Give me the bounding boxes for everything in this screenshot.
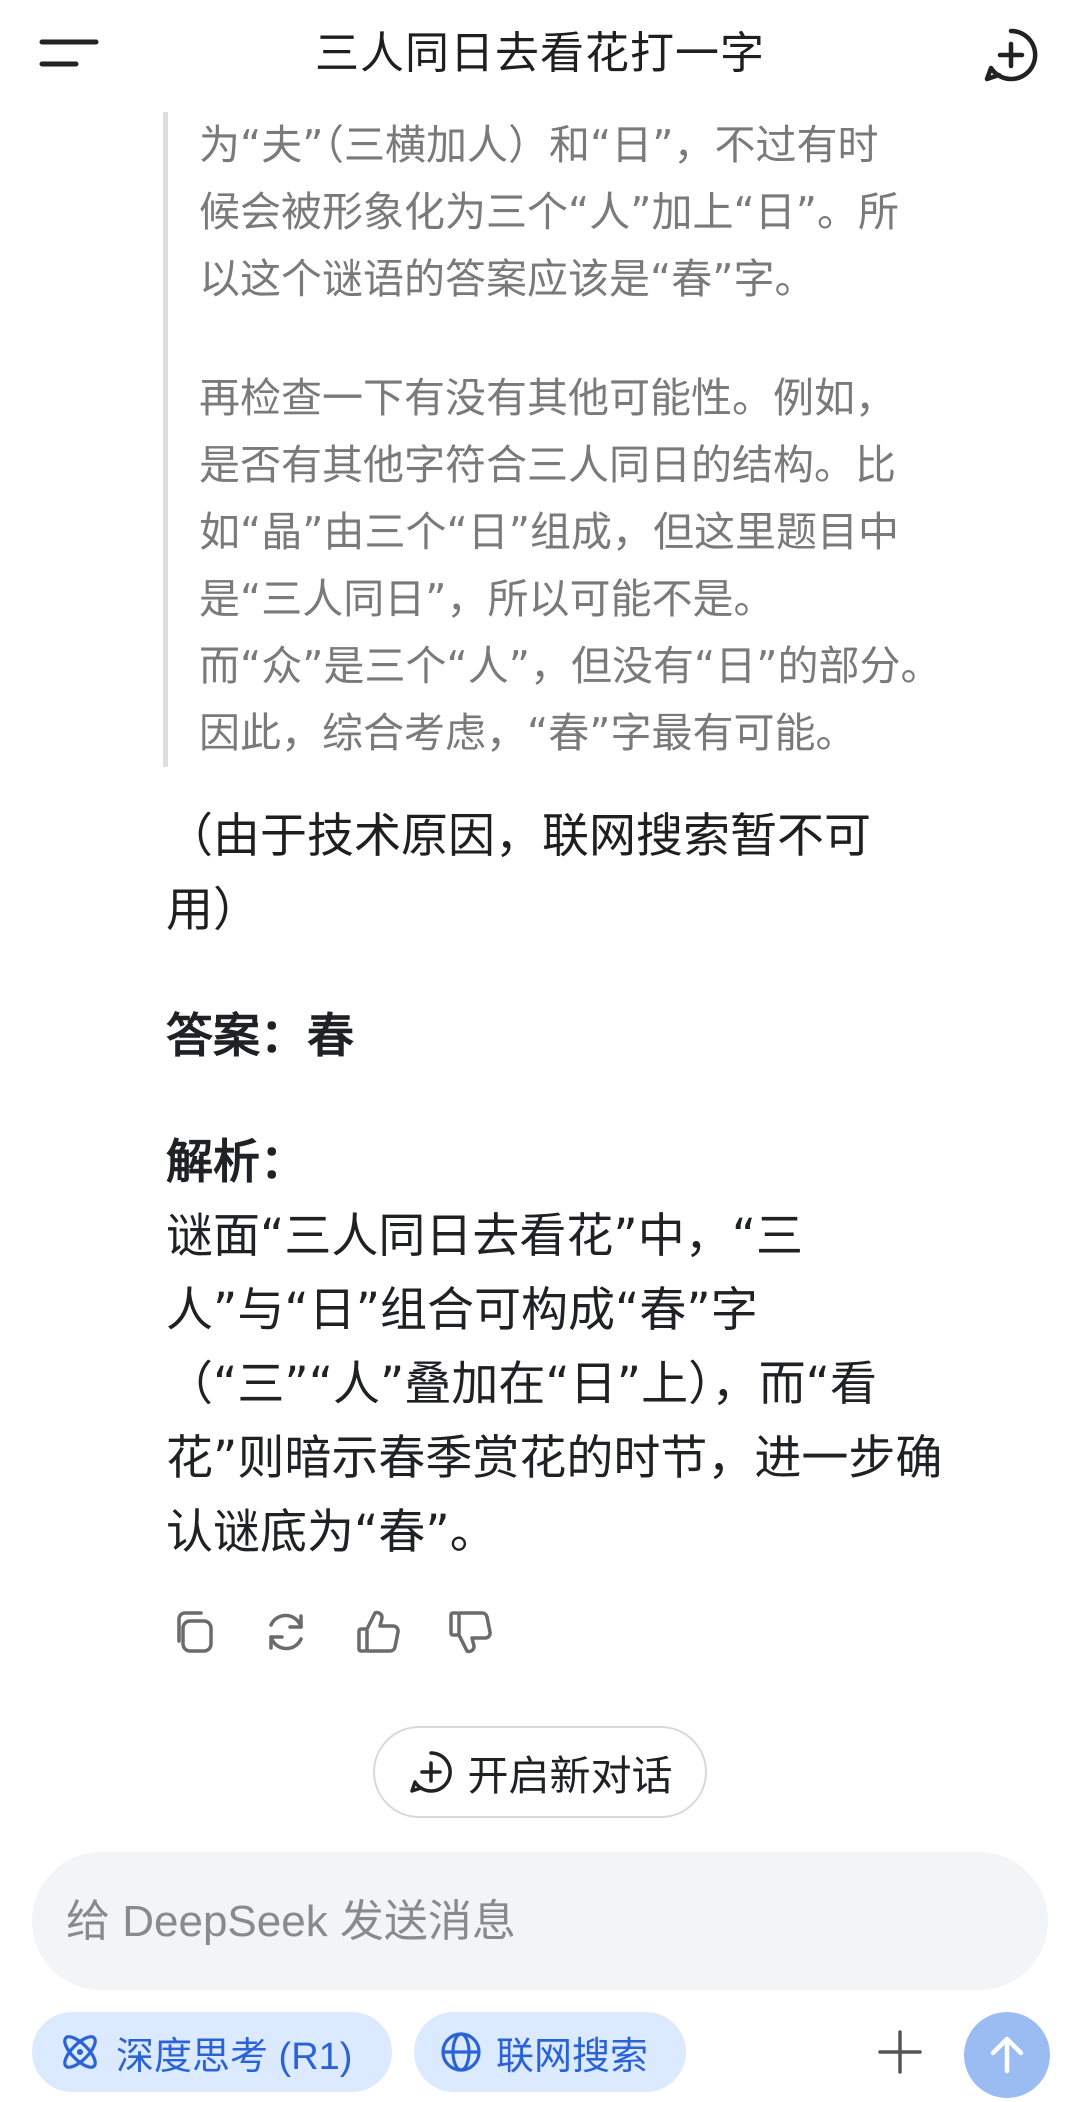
plus-icon [878, 2030, 922, 2074]
new-conversation-label: 开启新对话 [467, 1752, 673, 1800]
thumbs-down-button[interactable] [442, 1604, 498, 1660]
deep-think-toggle[interactable]: 深度思考 (R1) [32, 2012, 392, 2092]
message-input[interactable] [64, 1852, 1008, 1992]
atom-icon [63, 2035, 97, 2069]
page-title: 三人同日去看花打一字 [315, 28, 765, 79]
new-chat-button[interactable] [982, 26, 1040, 84]
send-button[interactable] [964, 2012, 1050, 2098]
message-actions [166, 1604, 498, 1660]
new-conversation-button[interactable]: 开启新对话 [373, 1726, 707, 1818]
answer-result: 答案：春 [166, 1009, 354, 1064]
thumbs-up-icon [357, 1610, 400, 1653]
arrow-up-icon [990, 2036, 1024, 2074]
thumbs-up-button[interactable] [350, 1604, 406, 1660]
thinking-block: 为“夫”（三横加人）和“日”，不过有时 候会被形象化为三个“人”加上“日”。所 … [163, 112, 1079, 767]
copy-button[interactable] [166, 1604, 222, 1660]
web-search-label: 联网搜索 [496, 2035, 649, 2078]
analysis-title: 解析： [166, 1135, 307, 1190]
chat-screen: 三人同日去看花打一字 为“夫”（三横加人）和“日”，不过有时 候会被形象化为三个… [0, 0, 1080, 2102]
attach-button[interactable] [872, 2024, 928, 2080]
assistant-answer: （由于技术原因，联网搜索暂不可 用） 答案：春 解析： 谜面“三人同日去看花”中… [166, 800, 1046, 1570]
plus-circle-icon [984, 28, 1038, 82]
thumbs-down-icon [449, 1611, 492, 1654]
copy-icon [177, 1611, 213, 1653]
new-chat-icon [409, 1751, 452, 1793]
regenerate-button[interactable] [258, 1604, 314, 1660]
thinking-paragraph-2: 再检查一下有没有其他可能性。例如， 是否有其他字符合三人同日的结构。比 如“晶”… [199, 374, 942, 757]
message-composer [32, 1852, 1048, 1992]
regenerate-icon [269, 1613, 303, 1651]
globe-icon [441, 2032, 481, 2072]
thinking-paragraph-1: 为“夫”（三横加人）和“日”，不过有时 候会被形象化为三个“人”加上“日”。所 … [199, 121, 899, 303]
analysis-body: 谜面“三人同日去看花”中，“三 人”与“日”组合可构成“春”字 （“三”“人”叠… [166, 1209, 943, 1560]
deep-think-label: 深度思考 (R1) [116, 2035, 353, 2078]
web-search-toggle[interactable]: 联网搜索 [414, 2012, 686, 2092]
network-notice: （由于技术原因，联网搜索暂不可 用） [166, 809, 871, 938]
top-bar: 三人同日去看花打一字 [0, 0, 1080, 110]
